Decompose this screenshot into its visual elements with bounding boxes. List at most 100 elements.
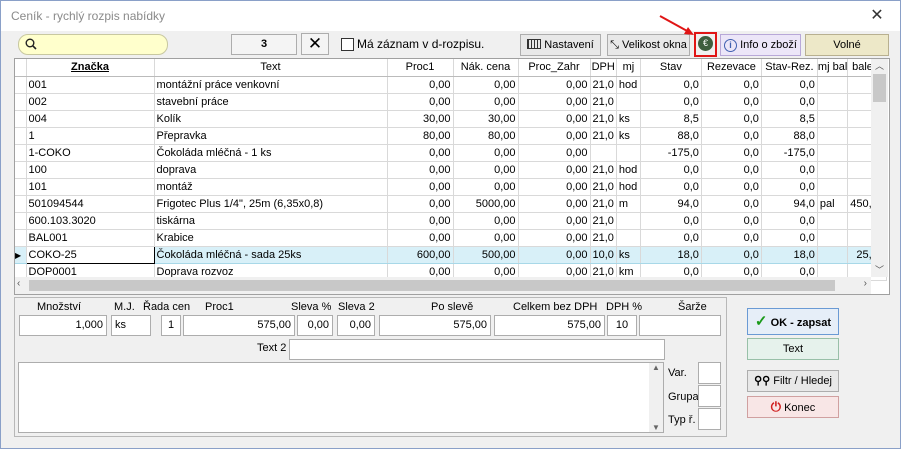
table-cell[interactable]	[817, 110, 849, 128]
table-cell[interactable]: 1-COKO	[26, 144, 155, 162]
table-cell[interactable]	[616, 144, 641, 162]
po-sleve-field[interactable]: 575,00	[379, 315, 491, 336]
note-textarea[interactable]: ▲ ▼	[18, 362, 664, 433]
table-cell[interactable]	[817, 229, 849, 247]
table-cell[interactable]: 101	[26, 178, 155, 196]
clear-search-button[interactable]: ✕	[301, 33, 329, 55]
table-cell[interactable]: 80,00	[387, 127, 454, 145]
table-cell[interactable]: 0,00	[518, 93, 591, 111]
table-cell[interactable]: 0,0	[761, 229, 818, 247]
table-cell[interactable]: 0,00	[453, 144, 519, 162]
text-button[interactable]: Text	[747, 338, 839, 360]
table-cell[interactable]	[817, 212, 849, 230]
table-cell[interactable]: tiskárna	[154, 212, 388, 230]
table-cell[interactable]: 0,0	[640, 76, 702, 94]
column-header[interactable]: mj bal	[817, 59, 849, 77]
proc1-field[interactable]: 575,00	[183, 315, 295, 336]
table-row[interactable]: 004 Kolík 30,00 30,00 0,00 21,0 ks 8,5 0,0 8,5	[15, 110, 887, 128]
mnozstvi-field[interactable]: 1,000	[19, 315, 107, 336]
table-cell[interactable]: 8,5	[640, 110, 702, 128]
table-cell[interactable]: Čokoláda mléčná - sada 25ks	[154, 245, 388, 264]
table-cell[interactable]: 501094544	[26, 195, 155, 213]
table-cell[interactable]: 10,0	[590, 245, 617, 264]
table-cell[interactable]: pal	[817, 195, 849, 213]
table-cell[interactable]: 30,00	[453, 110, 519, 128]
table-cell[interactable]: -175,0	[761, 144, 818, 162]
column-header[interactable]: Značka	[26, 59, 155, 77]
table-cell[interactable]: 0,0	[701, 76, 762, 94]
table-cell[interactable]: 0,0	[640, 161, 702, 179]
table-cell[interactable]: -175,0	[640, 144, 702, 162]
table-cell[interactable]: 18,0	[761, 245, 818, 264]
close-window-button[interactable]: ✕	[866, 6, 888, 26]
row-indicator[interactable]	[15, 93, 27, 111]
table-cell[interactable]: 0,0	[640, 229, 702, 247]
table-cell[interactable]: 21,0	[590, 161, 617, 179]
table-cell[interactable]: 88,0	[761, 127, 818, 145]
table-cell[interactable]: hod	[616, 161, 641, 179]
table-cell[interactable]: Frigotec Plus 1/4", 25m (6,35x0,8)	[154, 195, 388, 213]
table-cell[interactable]: 0,00	[387, 161, 454, 179]
table-cell[interactable]: 0,0	[701, 178, 762, 196]
column-header[interactable]: Proc_Zahr	[518, 59, 591, 77]
scroll-thumb[interactable]	[873, 74, 886, 102]
table-cell[interactable]	[616, 212, 641, 230]
table-cell[interactable]: BAL001	[26, 229, 155, 247]
row-indicator[interactable]	[15, 110, 27, 128]
table-cell[interactable]: 0,0	[701, 161, 762, 179]
table-cell[interactable]: 80,00	[453, 127, 519, 145]
table-cell[interactable]: 21,0	[590, 127, 617, 145]
table-cell[interactable]: 5000,00	[453, 195, 519, 213]
scroll-up-icon[interactable]: ︿	[871, 59, 888, 73]
table-cell[interactable]: 0,0	[640, 212, 702, 230]
velikost-okna-button[interactable]: ⤡ Velikost okna	[607, 34, 690, 56]
table-cell[interactable]: 0,0	[701, 93, 762, 111]
table-row[interactable]: BAL001 Krabice 0,00 0,00 0,00 21,0 0,0 0,0 0,0	[15, 229, 887, 247]
table-cell[interactable]: 0,00	[453, 76, 519, 94]
table-cell[interactable]: 94,0	[640, 195, 702, 213]
table-row[interactable]: 002 stavební práce 0,00 0,00 0,00 21,0 0,0 0,0 0…	[15, 93, 887, 111]
row-indicator[interactable]	[15, 76, 27, 94]
table-cell[interactable]: m	[616, 195, 641, 213]
table-cell[interactable]: 30,00	[387, 110, 454, 128]
table-cell[interactable]: 0,00	[518, 212, 591, 230]
table-cell[interactable]: 0,00	[387, 76, 454, 94]
table-cell[interactable]: 0,00	[387, 93, 454, 111]
note-scroll-up-icon[interactable]: ▲	[649, 363, 663, 372]
table-cell[interactable]: 0,0	[761, 212, 818, 230]
vertical-scrollbar[interactable]: ︿ ﹀	[871, 59, 888, 277]
sleva2-field[interactable]: 0,00	[337, 315, 375, 336]
table-cell[interactable]: 18,0	[640, 245, 702, 264]
var-field[interactable]	[698, 362, 721, 384]
table-cell[interactable]: ks	[616, 110, 641, 128]
column-header[interactable]: Stav	[640, 59, 702, 77]
table-cell[interactable]: montáž	[154, 178, 388, 196]
table-cell[interactable]: 0,0	[701, 212, 762, 230]
text2-field[interactable]	[289, 339, 665, 360]
table-cell[interactable]: 500,00	[453, 245, 519, 264]
note-scrollbar[interactable]: ▲ ▼	[649, 363, 663, 432]
konec-button[interactable]: ⏻ Konec	[747, 396, 839, 418]
row-indicator[interactable]	[15, 127, 27, 145]
scroll-right-icon[interactable]: ›	[864, 278, 867, 289]
table-row[interactable]: ▶ COKO-25 Čokoláda mléčná - sada 25ks 600,0…	[15, 245, 887, 264]
column-header[interactable]: Proc1	[387, 59, 454, 77]
ok-zapsat-button[interactable]: ✓ OK - zapsat	[747, 308, 839, 335]
dph-field[interactable]: 10	[607, 315, 637, 336]
column-header[interactable]: Text	[154, 59, 388, 77]
scroll-left-icon[interactable]: ‹	[17, 278, 20, 289]
table-cell[interactable]: 0,0	[701, 229, 762, 247]
celkem-field[interactable]: 575,00	[494, 315, 605, 336]
table-cell[interactable]: hod	[616, 76, 641, 94]
column-header[interactable]: DPH	[590, 59, 617, 77]
table-cell[interactable]: 0,00	[518, 195, 591, 213]
table-cell[interactable]: 0,00	[518, 229, 591, 247]
table-cell[interactable]: 94,0	[761, 195, 818, 213]
column-header[interactable]: mj	[616, 59, 641, 77]
table-cell[interactable]: 21,0	[590, 93, 617, 111]
table-cell[interactable]: 0,0	[761, 93, 818, 111]
table-cell[interactable]: hod	[616, 178, 641, 196]
table-row[interactable]: 501094544 Frigotec Plus 1/4", 25m (6,35x0…	[15, 195, 887, 213]
table-cell[interactable]: 600.103.3020	[26, 212, 155, 230]
grupa-field[interactable]	[698, 385, 721, 407]
